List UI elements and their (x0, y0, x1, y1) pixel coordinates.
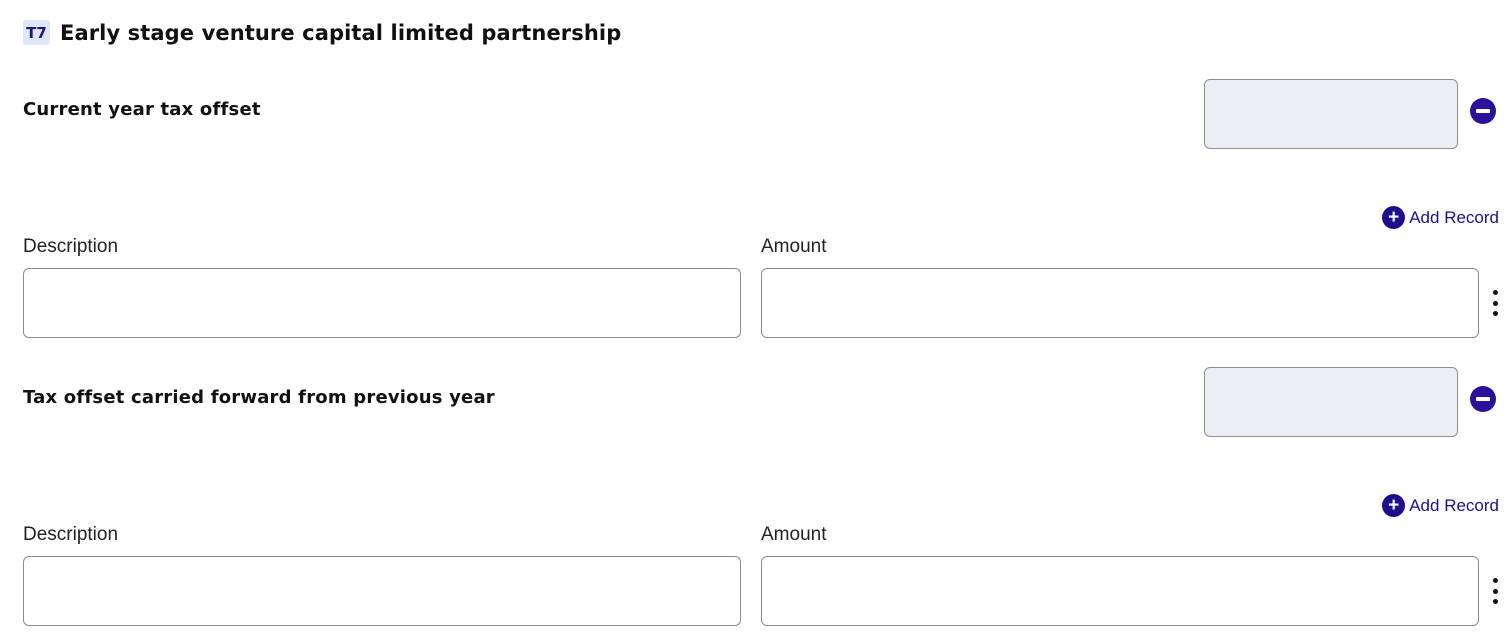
vertical-ellipsis-icon (1492, 290, 1498, 295)
current-year-description-input[interactable] (23, 268, 741, 338)
add-record-label: Add Record (1409, 207, 1499, 227)
plus-circle-icon: + (1382, 494, 1406, 517)
current-year-record-menu-button[interactable] (1488, 290, 1502, 316)
carried-forward-total-field (1204, 367, 1458, 437)
description-column-label: Description (23, 524, 119, 545)
carried-forward-add-record-button[interactable]: + Add Record (1382, 494, 1499, 517)
carried-forward-remove-button[interactable] (1470, 386, 1496, 412)
current-year-add-record-button[interactable]: + Add Record (1382, 206, 1499, 229)
minus-circle-icon (1476, 109, 1490, 113)
amount-column-label: Amount (761, 236, 827, 257)
group-label-carried-forward: Tax offset carried forward from previous… (23, 387, 495, 408)
current-year-remove-button[interactable] (1470, 98, 1496, 124)
vertical-ellipsis-icon (1492, 578, 1498, 583)
carried-forward-description-input[interactable] (23, 556, 741, 626)
form-page: T7 Early stage venture capital limited p… (0, 0, 1511, 640)
carried-forward-record-menu-button[interactable] (1488, 578, 1502, 604)
current-year-total-field (1204, 79, 1458, 149)
plus-circle-icon: + (1382, 206, 1406, 229)
section-code-badge: T7 (23, 20, 50, 45)
section-title: Early stage venture capital limited part… (60, 20, 622, 45)
minus-circle-icon (1476, 397, 1490, 401)
current-year-amount-input[interactable] (761, 268, 1479, 338)
description-column-label: Description (23, 236, 119, 257)
carried-forward-amount-input[interactable] (761, 556, 1479, 626)
section-header: T7 Early stage venture capital limited p… (23, 20, 621, 45)
amount-column-label: Amount (761, 524, 827, 545)
group-label-current-year: Current year tax offset (23, 99, 261, 120)
add-record-label: Add Record (1409, 495, 1499, 515)
